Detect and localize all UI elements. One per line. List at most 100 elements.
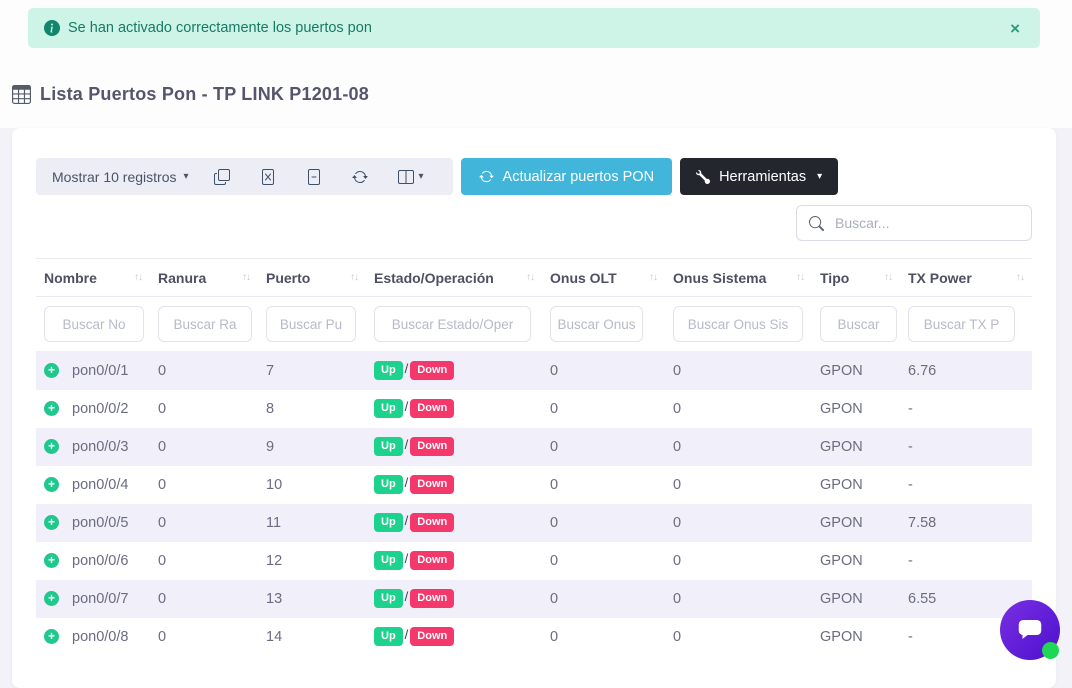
table-header-row: Nombre↑↓Ranura↑↓Puerto↑↓Estado/Operación… — [36, 259, 1032, 297]
tools-dropdown-button[interactable]: Herramientas ▾ — [680, 158, 838, 195]
sort-arrows-icon[interactable]: ↑↓ — [350, 272, 358, 283]
port-name: pon0/0/1 — [72, 363, 128, 379]
filter-input-tx-power[interactable] — [908, 306, 1015, 342]
puerto-cell: 13 — [258, 580, 366, 618]
ranura-cell: 0 — [150, 352, 258, 390]
filter-input-estado-operaci-n[interactable] — [374, 306, 531, 342]
onus-olt-cell: 0 — [542, 504, 665, 542]
puerto-cell: 12 — [258, 542, 366, 580]
reload-table-button[interactable] — [337, 158, 383, 195]
expand-row-plus-icon[interactable]: + — [44, 363, 59, 378]
column-label: TX Power — [908, 270, 972, 286]
page-title-row: Lista Puertos Pon - TP LINK P1201-08 — [12, 84, 369, 105]
filter-input-nombre[interactable] — [44, 306, 144, 342]
tx-power-cell: - — [900, 428, 1032, 466]
expand-row-plus-icon[interactable]: + — [44, 553, 59, 568]
onus-olt-cell: 0 — [542, 542, 665, 580]
column-label: Onus Sistema — [673, 270, 766, 286]
tipo-cell: GPON — [812, 428, 900, 466]
tipo-cell: GPON — [812, 618, 900, 656]
filter-input-ranura[interactable] — [158, 306, 252, 342]
column-label: Nombre — [44, 270, 97, 286]
chat-widget-button[interactable] — [1000, 600, 1060, 660]
table-toolbar: Mostrar 10 registros ▾ ▾ Actualizar pu — [36, 158, 1032, 195]
port-name: pon0/0/2 — [72, 401, 128, 417]
onus-olt-cell: 0 — [542, 390, 665, 428]
sort-arrows-icon[interactable]: ↑↓ — [1016, 272, 1024, 283]
table-row: +pon0/0/309Up/Down00GPON- — [36, 428, 1032, 466]
onus-sistema-cell: 0 — [665, 580, 812, 618]
excel-export-button[interactable] — [245, 158, 291, 195]
expand-row-plus-icon[interactable]: + — [44, 591, 59, 606]
puerto-cell: 11 — [258, 504, 366, 542]
column-label: Puerto — [266, 270, 310, 286]
port-name: pon0/0/8 — [72, 629, 128, 645]
tipo-cell: GPON — [812, 466, 900, 504]
tx-power-cell: - — [900, 390, 1032, 428]
show-entries-select[interactable]: Mostrar 10 registros ▾ — [50, 169, 199, 185]
status-separator: / — [405, 627, 409, 642]
column-header-nombre[interactable]: Nombre ↑↓ — [36, 259, 150, 297]
tx-power-cell: 6.76 — [900, 352, 1032, 390]
status-separator: / — [405, 475, 409, 490]
wrench-icon — [696, 170, 710, 184]
sort-arrows-icon[interactable]: ↑↓ — [884, 272, 892, 283]
online-status-dot — [1042, 642, 1059, 659]
update-pon-ports-button[interactable]: Actualizar puertos PON — [461, 158, 673, 195]
search-icon — [809, 216, 824, 231]
estado-operacion-cell: Up/Down — [366, 580, 542, 618]
table-row: +pon0/0/208Up/Down00GPON- — [36, 390, 1032, 428]
chevron-down-icon: ▾ — [183, 172, 188, 182]
expand-row-plus-icon[interactable]: + — [44, 401, 59, 416]
ranura-cell: 0 — [150, 466, 258, 504]
filter-input-onus-sistema[interactable] — [673, 306, 803, 342]
sort-arrows-icon[interactable]: ↑↓ — [526, 272, 534, 283]
filter-input-tipo[interactable] — [820, 306, 897, 342]
port-name: pon0/0/7 — [72, 591, 128, 607]
table-row: +pon0/0/8014Up/Down00GPON- — [36, 618, 1032, 656]
column-header-puerto[interactable]: Puerto ↑↓ — [258, 259, 366, 297]
copy-button[interactable] — [199, 158, 245, 195]
status-down-badge: Down — [410, 475, 454, 494]
status-separator: / — [405, 437, 409, 452]
status-separator: / — [405, 513, 409, 528]
status-down-badge: Down — [410, 589, 454, 608]
pon-ports-table: Nombre↑↓Ranura↑↓Puerto↑↓Estado/Operación… — [36, 258, 1032, 656]
status-up-badge: Up — [374, 627, 403, 646]
filter-input-onus-olt[interactable] — [550, 306, 643, 342]
search-box[interactable] — [796, 205, 1032, 241]
onus-sistema-cell: 0 — [665, 542, 812, 580]
column-header-onus-olt[interactable]: Onus OLT↑↓ — [542, 259, 665, 297]
column-header-ranura[interactable]: Ranura↑↓ — [150, 259, 258, 297]
export-button-group: Mostrar 10 registros ▾ ▾ — [36, 158, 453, 195]
sort-arrows-icon[interactable]: ↑↓ — [796, 272, 804, 283]
column-label: Tipo — [820, 270, 849, 286]
alert-message: Se han activado correctamente los puerto… — [68, 20, 372, 36]
status-up-badge: Up — [374, 475, 403, 494]
column-header-tx-power[interactable]: TX Power ↑↓ — [900, 259, 1032, 297]
expand-row-plus-icon[interactable]: + — [44, 477, 59, 492]
puerto-cell: 14 — [258, 618, 366, 656]
file-export-button[interactable] — [291, 158, 337, 195]
status-separator: / — [405, 361, 409, 376]
column-visibility-button[interactable]: ▾ — [383, 158, 439, 195]
expand-row-plus-icon[interactable]: + — [44, 515, 59, 530]
tipo-cell: GPON — [812, 504, 900, 542]
puerto-cell: 10 — [258, 466, 366, 504]
success-alert: Se han activado correctamente los puerto… — [28, 8, 1040, 48]
status-up-badge: Up — [374, 437, 403, 456]
tipo-cell: GPON — [812, 580, 900, 618]
sort-arrows-icon[interactable]: ↑↓ — [649, 272, 657, 283]
expand-row-plus-icon[interactable]: + — [44, 439, 59, 454]
sort-arrows-icon[interactable]: ↑↓ — [134, 272, 142, 283]
column-header-onus-sistema[interactable]: Onus Sistema ↑↓ — [665, 259, 812, 297]
status-up-badge: Up — [374, 589, 403, 608]
filter-input-puerto[interactable] — [266, 306, 356, 342]
column-header-estado-operaci-n[interactable]: Estado/Operación↑↓ — [366, 259, 542, 297]
expand-row-plus-icon[interactable]: + — [44, 629, 59, 644]
search-input[interactable] — [835, 215, 1019, 231]
status-down-badge: Down — [410, 551, 454, 570]
column-header-tipo[interactable]: Tipo ↑↓ — [812, 259, 900, 297]
alert-close-button[interactable]: × — [1006, 16, 1024, 41]
sort-arrows-icon[interactable]: ↑↓ — [242, 272, 250, 283]
